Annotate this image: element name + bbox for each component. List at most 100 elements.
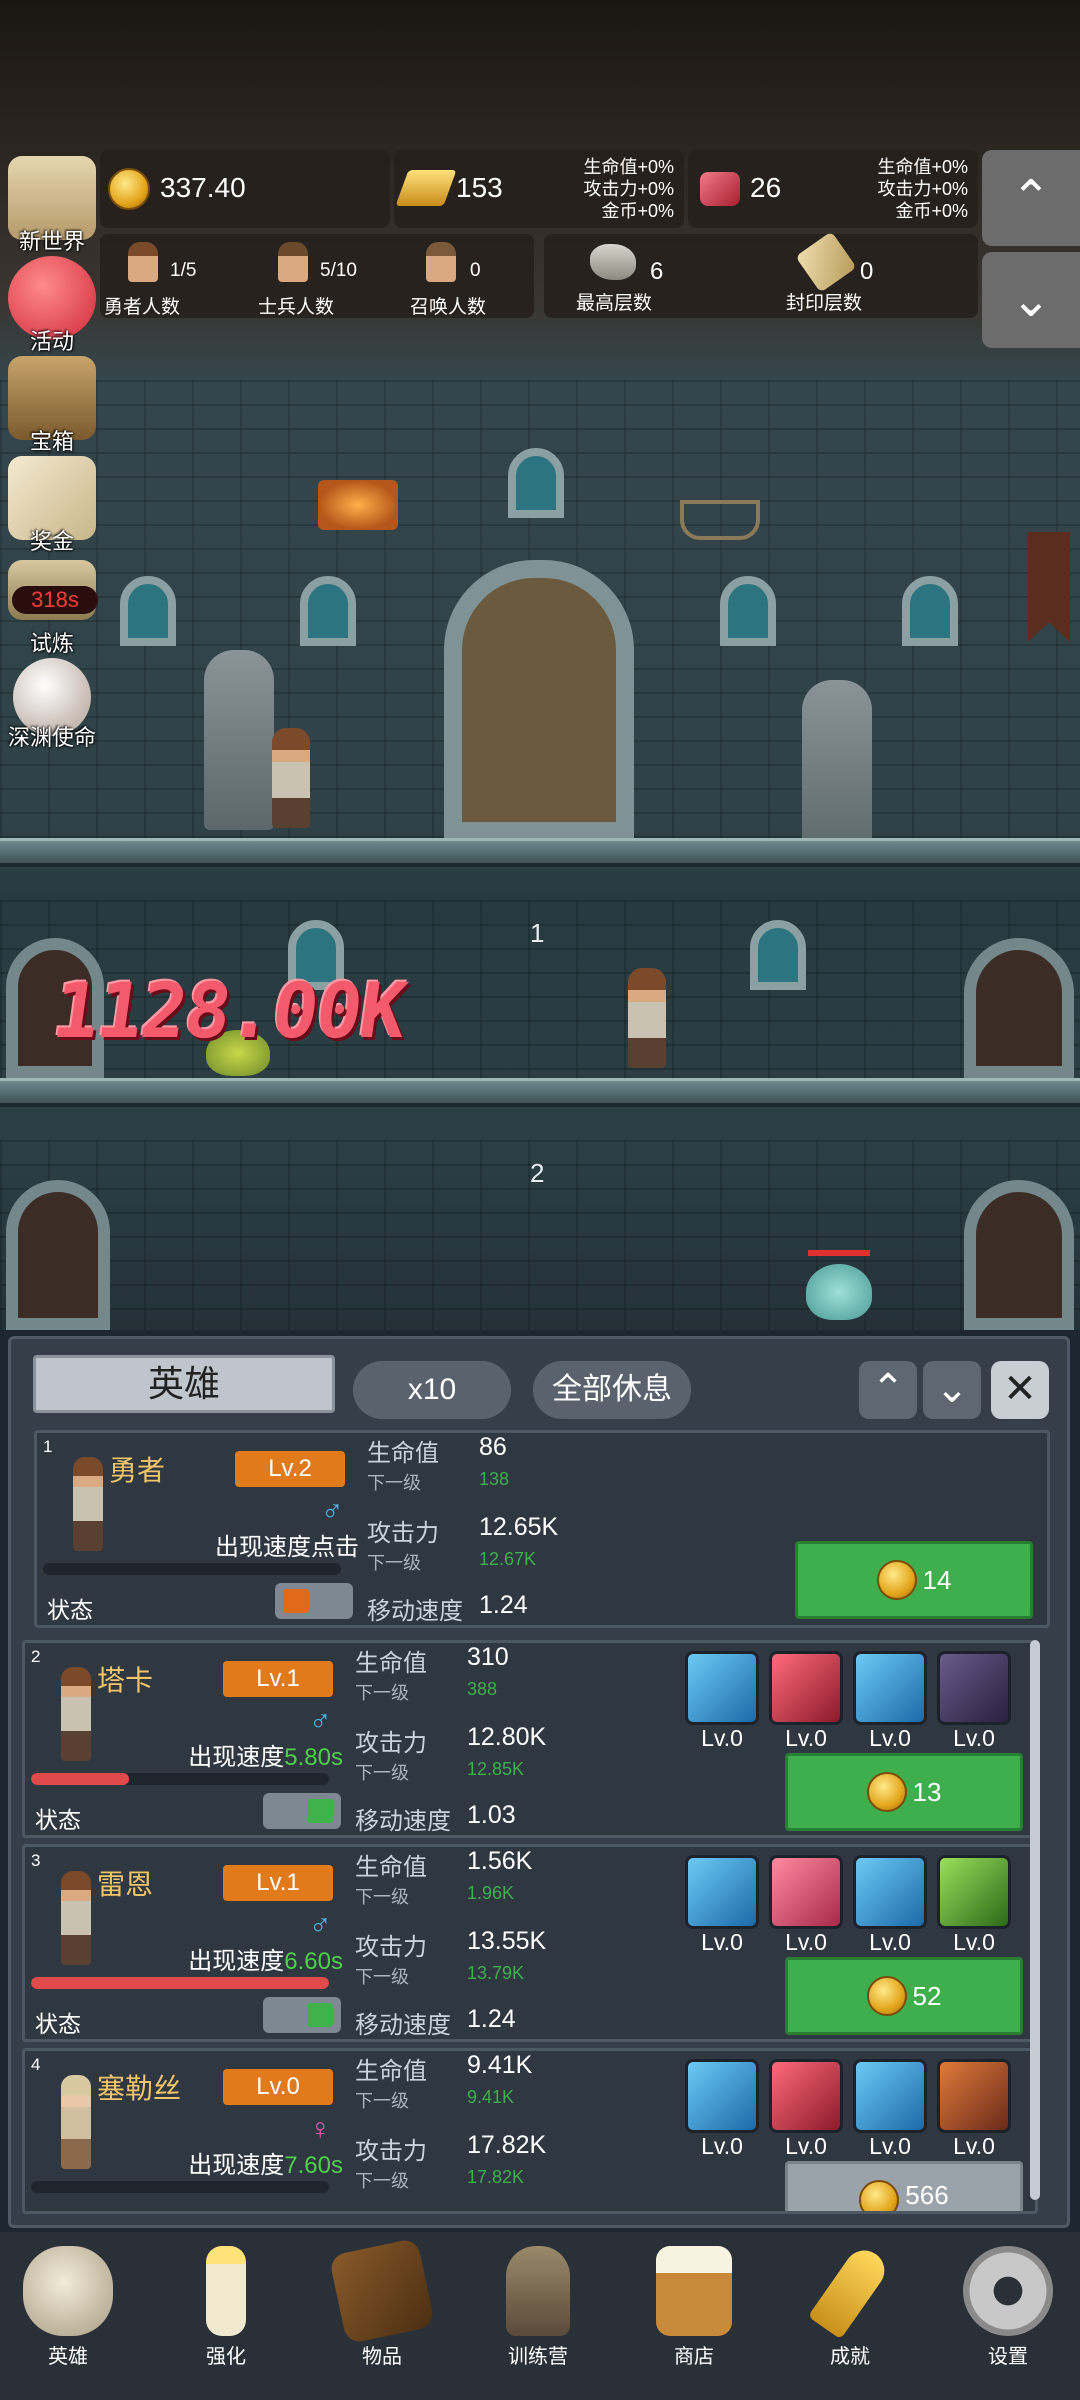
chevron-down-icon: ⌄	[935, 1367, 969, 1411]
spider-skill-icon[interactable]	[937, 2059, 1011, 2133]
knight-statue	[204, 650, 274, 830]
tab-heroes[interactable]: 英雄	[33, 1355, 335, 1413]
menu-trial[interactable]: 318s 试炼	[2, 560, 102, 658]
nav-upgrade[interactable]: 强化	[166, 2246, 286, 2369]
close-icon: ✕	[1003, 1367, 1037, 1411]
hero-sprite	[272, 728, 310, 828]
x10-button[interactable]: x10	[353, 1361, 511, 1419]
hero-portrait	[61, 1871, 91, 1965]
menu-chest[interactable]: 宝箱	[2, 356, 102, 456]
skill-level: Lv.0	[701, 1929, 743, 1955]
hero-level-badge: Lv.2	[235, 1451, 345, 1487]
hero-name: 勇者	[109, 1455, 166, 1486]
dungeon-door	[6, 1180, 110, 1330]
spawn-progress	[31, 1773, 329, 1785]
hero-name: 塔卡	[97, 1665, 154, 1696]
page-up-button[interactable]: ⌃	[859, 1361, 917, 1419]
coin-icon	[866, 1976, 907, 2016]
menu-event[interactable]: 活动	[2, 256, 102, 356]
hero-portrait	[61, 2075, 91, 2169]
state-toggle[interactable]	[263, 1793, 341, 1829]
summon-count: 0	[470, 260, 481, 281]
hero-card[interactable]: 2 塔卡 Lv.1 ♂ 出现速度5.80s 状态 生命值 310 下一级 388…	[22, 1640, 1038, 1838]
menu-abyss-mission[interactable]: 深渊使命	[2, 658, 102, 752]
gold-bar-bonus: 生命值+0% 攻击力+0% 金币+0%	[583, 156, 674, 222]
hero-card[interactable]: 3 雷恩 Lv.1 ♂ 出现速度6.60s 状态 生命值 1.56K 下一级 1…	[22, 1844, 1038, 2042]
gold-panel: 337.40	[100, 150, 390, 228]
atk-next-value: 17.82K	[467, 2167, 525, 2187]
nav-items[interactable]: 物品	[322, 2237, 442, 2369]
next-label: 下一级	[355, 2091, 409, 2111]
slime-enemy	[806, 1264, 872, 1320]
hp-label: 生命值	[355, 1650, 427, 1677]
skill-level: Lv.0	[701, 1725, 743, 1751]
top-floor-label: 最高层数	[576, 293, 653, 314]
boots-skill-icon[interactable]	[853, 1651, 927, 1725]
atk-value: 17.82K	[467, 2131, 547, 2159]
spawn-progress	[43, 1563, 341, 1575]
coin-icon	[876, 1560, 917, 1600]
list-scrollbar[interactable]	[1030, 1640, 1040, 2200]
stone-icon	[590, 244, 636, 280]
sword-skill-icon[interactable]	[685, 1855, 759, 1929]
male-icon: ♂	[309, 1909, 332, 1942]
upgrade-button[interactable]: 13	[785, 1753, 1023, 1831]
dungeon-gate	[964, 1180, 1074, 1330]
hero-level-badge: Lv.1	[223, 1661, 333, 1697]
greaves-skill-icon[interactable]	[853, 2059, 927, 2133]
state-toggle[interactable]	[263, 1997, 341, 2033]
state-toggle[interactable]	[275, 1583, 353, 1619]
chandelier-lit	[318, 480, 398, 530]
hp-next-value: 388	[467, 1679, 498, 1699]
shield-skill-icon[interactable]	[685, 2059, 759, 2133]
spawn-speed[interactable]: 出现速度点击	[215, 1527, 359, 1562]
skill-level: Lv.0	[785, 1725, 827, 1751]
castle-window	[508, 448, 564, 518]
summon-count-label: 召唤人数	[410, 297, 487, 318]
axe-skill-icon[interactable]	[685, 1651, 759, 1725]
upgrade-button[interactable]: 14	[795, 1541, 1033, 1619]
hero-card[interactable]: 1 勇者 Lv.2 ♂ 出现速度点击 状态 生命值 86 下一级 138 攻击力…	[34, 1430, 1050, 1628]
claw-skill-icon[interactable]	[769, 2059, 843, 2133]
nav-settings[interactable]: 设置	[948, 2246, 1068, 2369]
floor-number: 1	[530, 918, 545, 948]
bonus-gold: 金币+0%	[601, 201, 674, 221]
menu-new-world[interactable]: 新世界	[2, 156, 102, 256]
blade-skill-icon[interactable]	[769, 1855, 843, 1929]
hero-card[interactable]: 4 塞勒丝 Lv.0 ♀ 出现速度7.60s 生命值 9.41K 下一级 9.4…	[22, 2048, 1038, 2214]
menu-bonus[interactable]: 奖金	[2, 456, 102, 556]
spawn-speed: 出现速度7.60s	[188, 2145, 343, 2180]
close-button[interactable]: ✕	[991, 1361, 1049, 1419]
atk-label: 攻击力	[355, 2138, 427, 2165]
menu-label: 深渊使命	[7, 725, 96, 750]
upgrade-button[interactable]: 52	[785, 1957, 1023, 2035]
upgrade-button[interactable]: 566	[785, 2161, 1023, 2211]
nav-training-camp[interactable]: 训练营	[478, 2246, 598, 2369]
rest-all-button[interactable]: 全部休息	[533, 1361, 691, 1419]
page-down-button[interactable]: ⌄	[923, 1361, 981, 1419]
spawn-progress	[31, 2181, 329, 2193]
toggle-knob	[283, 1589, 309, 1613]
upgrade-cost: 566	[905, 2180, 949, 2210]
atk-value: 13.55K	[467, 1927, 547, 1955]
boots-skill-icon[interactable]	[853, 1855, 927, 1929]
bloody-axe-skill-icon[interactable]	[769, 1651, 843, 1725]
spawn-label: 出现速度点击	[215, 1534, 359, 1561]
nav-shop[interactable]: 商店	[634, 2246, 754, 2369]
floor-number: 2	[530, 1158, 545, 1188]
speed-value: 1.24	[479, 1591, 528, 1619]
mug-icon	[656, 2246, 732, 2336]
wings-skill-icon[interactable]	[937, 1651, 1011, 1725]
atk-next-value: 13.79K	[467, 1963, 525, 1983]
book-icon	[328, 2237, 436, 2345]
snake-skill-icon[interactable]	[937, 1855, 1011, 1929]
coin-icon	[866, 1772, 907, 1812]
hp-label: 生命值	[355, 2058, 427, 2085]
nav-achievements[interactable]: 成就	[790, 2242, 910, 2369]
scroll-up-button[interactable]: ⌃	[982, 150, 1080, 246]
scroll-down-button[interactable]: ⌄	[982, 252, 1080, 348]
bonus-atk: 攻击力+0%	[877, 179, 968, 199]
next-label: 下一级	[355, 2171, 409, 2191]
nav-heroes[interactable]: 英雄	[8, 2246, 128, 2369]
atk-value: 12.80K	[467, 1723, 547, 1751]
